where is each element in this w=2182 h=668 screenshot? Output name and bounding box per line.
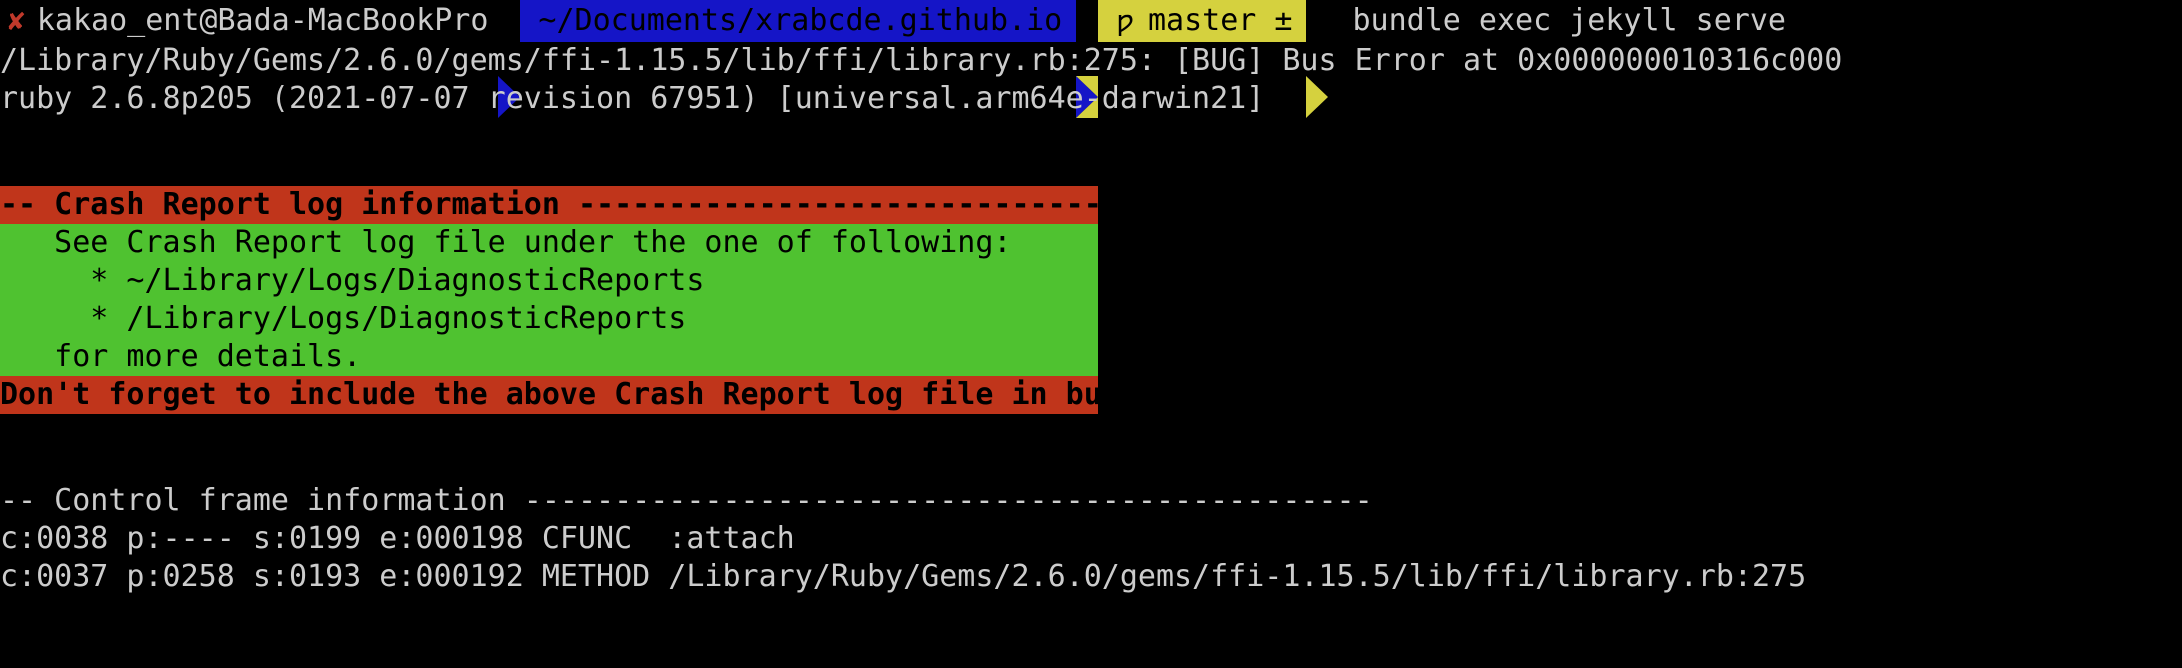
crash-report-body-line: * /Library/Logs/DiagnosticReports bbox=[0, 300, 1098, 338]
git-branch-icon: ƿ bbox=[1116, 4, 1134, 37]
terminal-window: ✘ kakao_ent@Bada-MacBookPro ~/Documents/x… bbox=[0, 0, 2182, 668]
output-ruby-version-line: ruby 2.6.8p205 (2021-07-07 revision 6795… bbox=[0, 80, 2182, 118]
crash-report-body-line: for more details. bbox=[0, 338, 1098, 376]
powerline-arrow-path-to-git bbox=[1076, 0, 1099, 118]
control-frame-row: c:0038 p:---- s:0199 e:000198 CFUNC :att… bbox=[0, 520, 2182, 558]
control-frame-row-text: c:0038 p:---- s:0199 e:000198 CFUNC :att… bbox=[0, 521, 795, 556]
powerline-arrow-user-to-path bbox=[498, 0, 521, 118]
cross-mark-icon: ✘ bbox=[8, 4, 25, 37]
powerline-arrow-git-to-cmd bbox=[1306, 0, 1329, 118]
crash-report-header: -- Crash Report log information --------… bbox=[0, 186, 1098, 224]
crash-report-footer: Don't forget to include the above Crash … bbox=[0, 376, 1098, 414]
crash-report-body-line: * ~/Library/Logs/DiagnosticReports bbox=[0, 262, 1098, 300]
prompt-command[interactable]: bundle exec jekyll serve bbox=[1328, 0, 1786, 42]
bug-line-text: /Library/Ruby/Gems/2.6.0/gems/ffi-1.15.5… bbox=[0, 43, 1843, 78]
crash-report-body-line: See Crash Report log file under the one … bbox=[0, 224, 1098, 262]
control-frame-row: c:0037 p:0258 s:0193 e:000192 METHOD /Li… bbox=[0, 558, 2182, 596]
control-frame-row-text: c:0037 p:0258 s:0193 e:000192 METHOD /Li… bbox=[0, 559, 1807, 594]
control-frame-header: -- Control frame information -----------… bbox=[0, 482, 2182, 520]
prompt-user-host: kakao_ent@Bada-MacBookPro bbox=[36, 3, 489, 38]
ruby-version-text: ruby 2.6.8p205 (2021-07-07 revision 6795… bbox=[0, 81, 1265, 116]
prompt-path-segment: ~/Documents/xrabcde.github.io bbox=[520, 0, 1077, 42]
prompt-path-label: ~/Documents/xrabcde.github.io bbox=[538, 3, 1063, 38]
prompt-git-branch: master ± bbox=[1147, 3, 1293, 38]
output-bug-line: /Library/Ruby/Gems/2.6.0/gems/ffi-1.15.5… bbox=[0, 42, 2182, 80]
prompt-git-segment: ƿ master ± bbox=[1098, 0, 1307, 42]
shell-prompt-line: ✘ kakao_ent@Bada-MacBookPro ~/Documents/x… bbox=[0, 0, 2182, 118]
prompt-command-label: bundle exec jekyll serve bbox=[1352, 3, 1786, 38]
control-frame-header-text: -- Control frame information -----------… bbox=[0, 483, 1373, 518]
prompt-user-segment: ✘ kakao_ent@Bada-MacBookPro bbox=[0, 0, 499, 42]
